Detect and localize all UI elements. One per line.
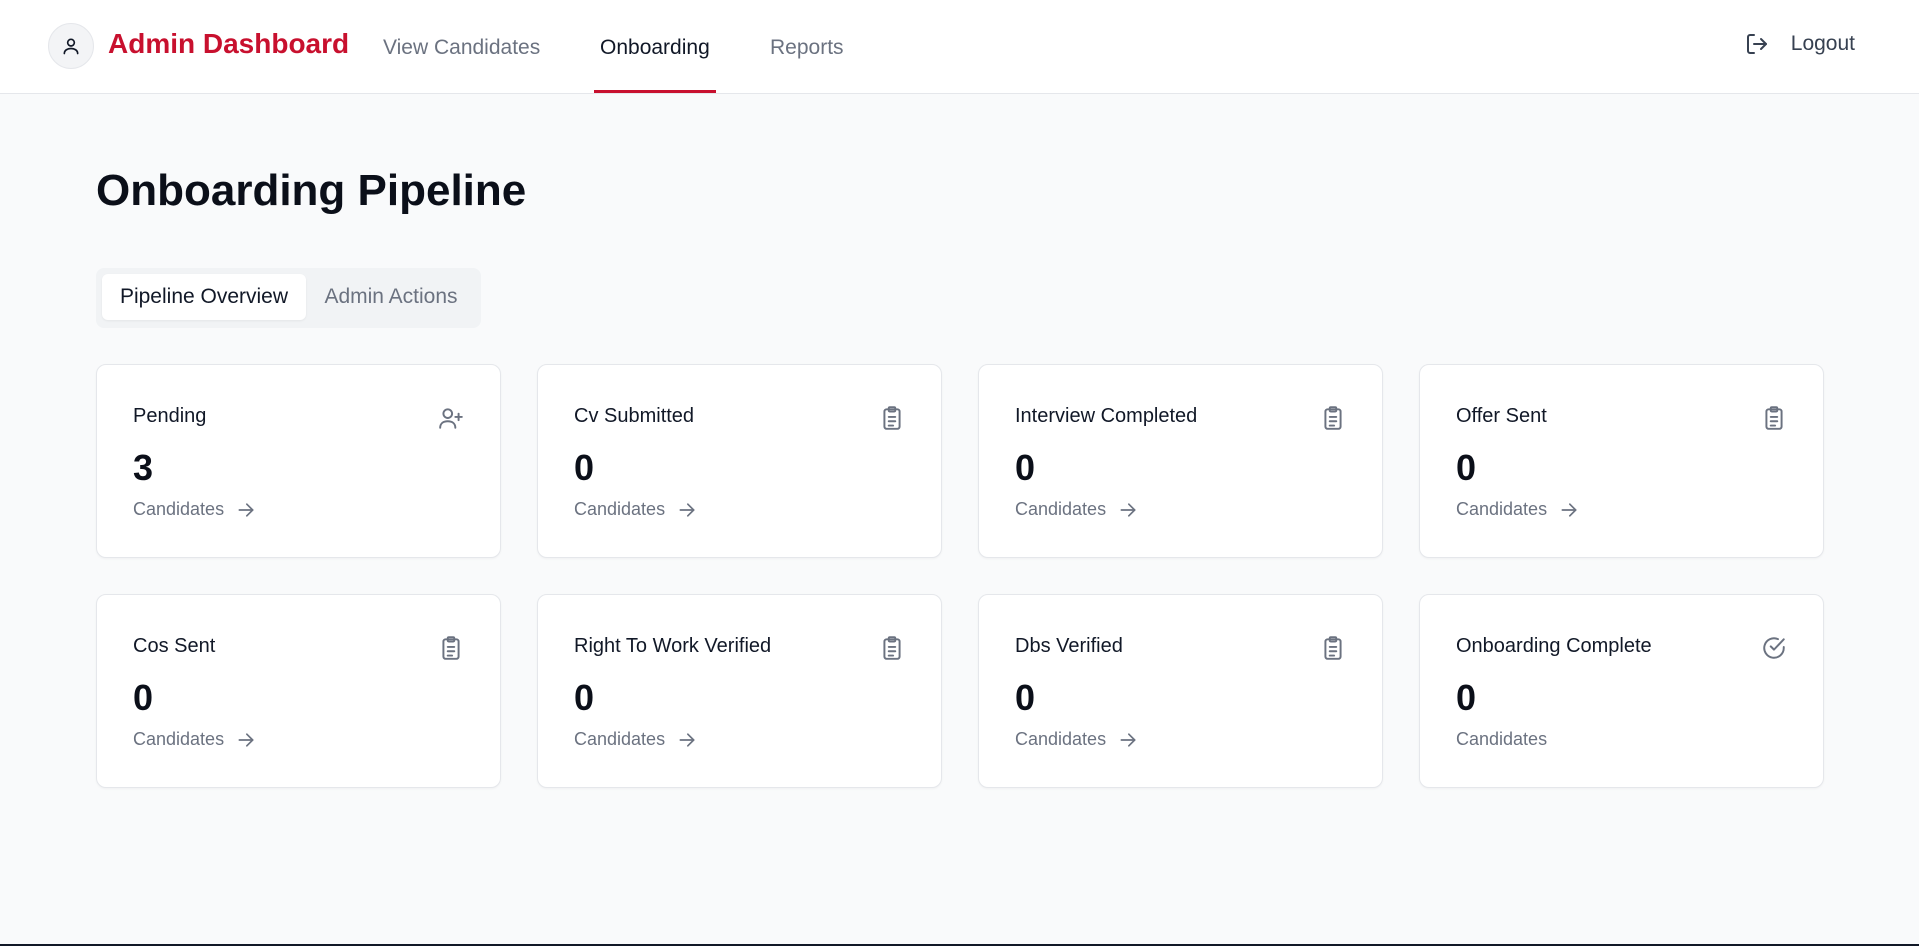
card-title: Right To Work Verified <box>574 635 772 657</box>
card-sub-label: Candidates <box>1015 729 1107 749</box>
card-count: 0 <box>1456 677 1477 718</box>
card-count: 3 <box>133 447 154 488</box>
arrow-right-icon <box>679 732 695 747</box>
card-count: 0 <box>574 677 595 718</box>
logout-button[interactable]: Logout <box>1745 32 1855 56</box>
card-sub-label: Candidates <box>1015 499 1107 519</box>
view-candidates-link[interactable]: Candidates <box>1456 499 1579 520</box>
card-sub-label: Candidates <box>1456 729 1548 749</box>
nav-view-candidates[interactable]: View Candidates <box>383 36 540 60</box>
card-title: Cos Sent <box>133 635 216 657</box>
user-avatar[interactable] <box>48 23 94 69</box>
card-sub-label: Candidates <box>133 729 225 749</box>
view-candidates-link[interactable]: Candidates <box>574 499 697 520</box>
card-count: 0 <box>574 447 595 488</box>
card-title: Offer Sent <box>1456 405 1547 427</box>
top-navbar: Admin Dashboard View Candidates Onboardi… <box>0 0 1919 94</box>
clipboard-icon <box>883 636 901 660</box>
nav-reports[interactable]: Reports <box>770 36 844 60</box>
stage-card-onboarding-complete: Onboarding Complete 0 Candidates <box>1419 594 1824 788</box>
card-title: Dbs Verified <box>1015 635 1123 657</box>
active-nav-indicator <box>594 90 716 93</box>
tab-list: Pipeline Overview Admin Actions <box>96 268 481 328</box>
card-sub-label: Candidates <box>1456 499 1548 519</box>
view-candidates-link[interactable]: Candidates <box>133 729 256 750</box>
nav-onboarding[interactable]: Onboarding <box>600 36 710 60</box>
clipboard-icon <box>442 636 460 660</box>
card-sub-label: Candidates <box>133 499 225 519</box>
arrow-right-icon <box>1120 732 1136 747</box>
card-count: 0 <box>133 677 154 718</box>
arrow-right-icon <box>679 502 695 517</box>
clipboard-icon <box>1765 406 1783 430</box>
user-plus-icon <box>439 408 463 429</box>
card-title: Onboarding Complete <box>1456 635 1652 657</box>
clipboard-icon <box>883 406 901 430</box>
stage-card-cv-submitted[interactable]: Cv Submitted 0 Candidates <box>537 364 942 558</box>
card-title: Interview Completed <box>1015 405 1198 427</box>
stage-card-offer-sent[interactable]: Offer Sent 0 Candidates <box>1419 364 1824 558</box>
arrow-right-icon <box>238 732 254 747</box>
logout-label: Logout <box>1790 32 1855 55</box>
tab-pipeline-overview[interactable]: Pipeline Overview <box>102 274 306 320</box>
page-title: Onboarding Pipeline <box>96 166 527 215</box>
stage-card-dbs-verified[interactable]: Dbs Verified 0 Candidates <box>978 594 1383 788</box>
view-candidates-link[interactable]: Candidates <box>574 729 697 750</box>
arrow-right-icon <box>1120 502 1136 517</box>
card-count: 0 <box>1015 447 1036 488</box>
card-sub-text: Candidates <box>1456 729 1547 750</box>
arrow-right-icon <box>238 502 254 517</box>
view-candidates-link[interactable]: Candidates <box>1015 499 1138 520</box>
stage-card-pending[interactable]: Pending 3 Candidates <box>96 364 501 558</box>
tab-admin-actions[interactable]: Admin Actions <box>306 274 476 320</box>
view-candidates-link[interactable]: Candidates <box>1015 729 1138 750</box>
card-count: 0 <box>1456 447 1477 488</box>
logout-icon <box>1746 34 1767 54</box>
card-count: 0 <box>1015 677 1036 718</box>
card-sub-label: Candidates <box>574 729 666 749</box>
user-icon <box>63 38 79 55</box>
clipboard-icon <box>1324 636 1342 660</box>
stage-card-right-to-work-verified[interactable]: Right To Work Verified 0 Candidates <box>537 594 942 788</box>
arrow-right-icon <box>1561 502 1577 517</box>
check-circle-icon <box>1763 637 1785 659</box>
brand-title[interactable]: Admin Dashboard <box>108 28 349 60</box>
stage-card-interview-completed[interactable]: Interview Completed 0 Candidates <box>978 364 1383 558</box>
card-sub-label: Candidates <box>574 499 666 519</box>
stage-card-cos-sent[interactable]: Cos Sent 0 Candidates <box>96 594 501 788</box>
view-candidates-link[interactable]: Candidates <box>133 499 256 520</box>
clipboard-icon <box>1324 406 1342 430</box>
card-title: Cv Submitted <box>574 405 695 427</box>
card-title: Pending <box>133 405 207 427</box>
